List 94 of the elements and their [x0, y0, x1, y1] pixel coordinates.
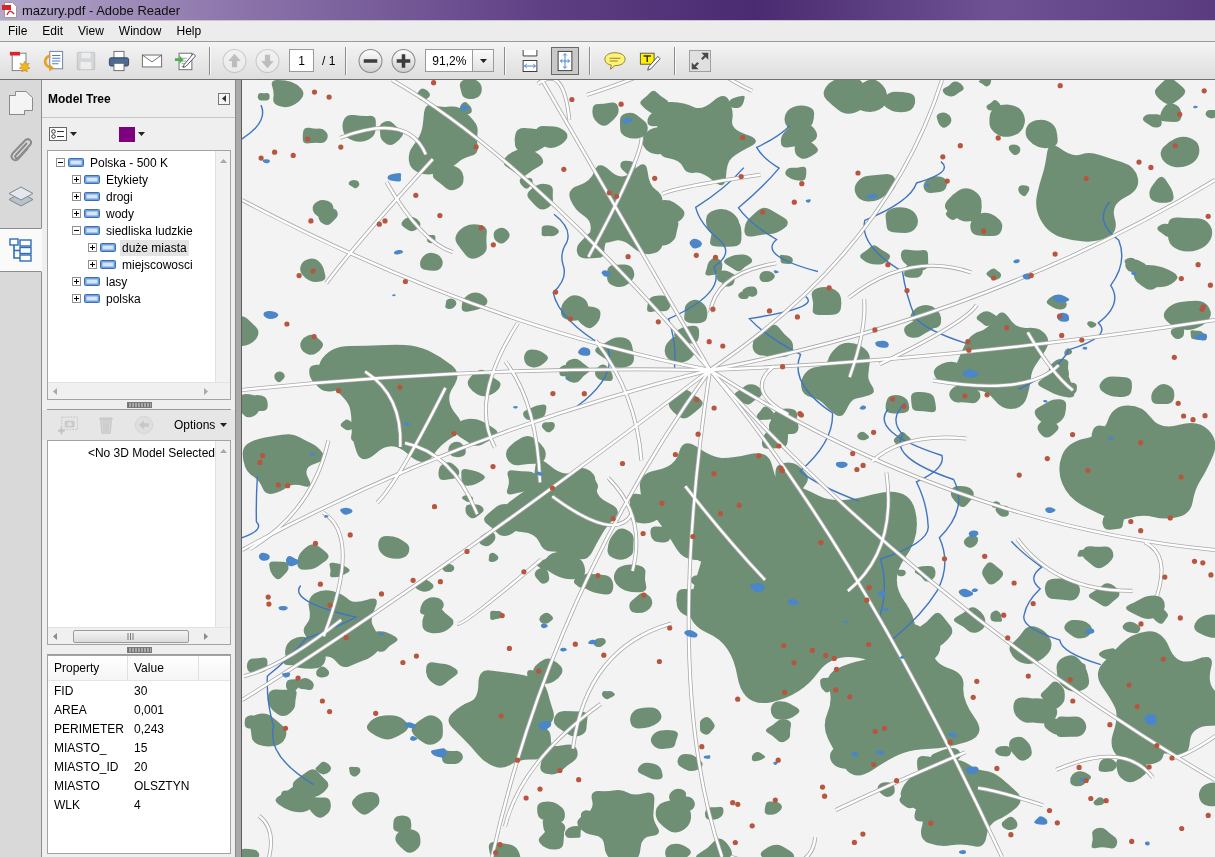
- node-icon: [84, 277, 100, 286]
- minus-box-icon[interactable]: [72, 226, 81, 235]
- caret-icon: [479, 58, 487, 63]
- menu-item[interactable]: File: [2, 24, 34, 38]
- plus-box-icon[interactable]: [72, 294, 81, 303]
- horizontal-scrollbar[interactable]: [48, 382, 230, 399]
- zoom-dropdown-button[interactable]: [472, 49, 495, 72]
- panel-splitter[interactable]: [235, 80, 242, 857]
- tree-item[interactable]: polska: [104, 290, 143, 307]
- tree-item[interactable]: miejscowosci: [120, 256, 195, 273]
- caret-icon: [222, 95, 226, 102]
- window-title: mazury.pdf - Adobe Reader: [22, 2, 180, 18]
- node-icon: [84, 175, 100, 184]
- plus-box-icon[interactable]: [72, 209, 81, 218]
- node-icon: [68, 158, 84, 167]
- list-options-button[interactable]: [48, 126, 78, 142]
- tree-item[interactable]: Etykiety: [104, 171, 150, 188]
- panel-title: Model Tree: [48, 91, 111, 106]
- table-cell-text: PERIMETER: [53, 721, 125, 736]
- splitter-grip-icon[interactable]: [126, 401, 152, 408]
- node-icon: [84, 294, 100, 303]
- table-cell-text: 30: [133, 683, 149, 698]
- tree-item[interactable]: wody: [104, 205, 136, 222]
- scroll-left-icon[interactable]: [53, 632, 57, 640]
- menu-item[interactable]: Edit: [36, 24, 70, 38]
- empty-views-message: <No 3D Model Selected: [87, 446, 215, 462]
- zoom-out-button[interactable]: [357, 47, 385, 74]
- plus-icon: [391, 47, 417, 74]
- column-header[interactable]: Property: [48, 656, 128, 680]
- menu-item[interactable]: Help: [170, 24, 208, 38]
- table-cell-text: WLK: [53, 797, 81, 812]
- caret-icon: [220, 423, 228, 427]
- menu-item[interactable]: Window: [112, 24, 168, 38]
- table-cell-text: MIASTO_: [53, 740, 108, 755]
- splitter-grip-icon[interactable]: [126, 646, 152, 653]
- scrollbar-thumb[interactable]: [72, 629, 189, 643]
- scroll-right-icon[interactable]: [204, 632, 208, 640]
- table-cell-text: OLSZTYN: [133, 778, 191, 793]
- vertical-scrollbar[interactable]: [215, 441, 230, 627]
- page-field[interactable]: 1: [289, 49, 314, 72]
- table-cell-text: 15: [133, 740, 149, 755]
- tree-item[interactable]: lasy: [104, 273, 130, 290]
- plus-box-icon[interactable]: [88, 260, 97, 269]
- horizontal-scrollbar[interactable]: [48, 627, 230, 644]
- scroll-up-icon[interactable]: [219, 159, 227, 163]
- caret-icon: [138, 132, 145, 136]
- scroll-right-icon[interactable]: [204, 387, 208, 395]
- zoom-in-button[interactable]: [390, 47, 418, 74]
- tree-item[interactable]: Polska - 500 K: [88, 154, 171, 171]
- node-icon: [84, 192, 100, 201]
- minus-box-icon[interactable]: [56, 158, 65, 167]
- options-menu-button[interactable]: Options: [172, 416, 230, 434]
- minus-icon: [358, 47, 384, 74]
- node-icon: [100, 260, 116, 269]
- pdf-file-icon: [2, 2, 18, 18]
- document-arrow-icon: [42, 48, 64, 73]
- zoom-field[interactable]: 91,2%: [425, 49, 473, 72]
- fit-page-button[interactable]: [551, 46, 580, 75]
- vertical-scrollbar[interactable]: [215, 151, 230, 382]
- paperclip-icon: [7, 137, 34, 163]
- table-cell-text: FID: [53, 683, 75, 698]
- table-cell-text: 4: [133, 797, 142, 812]
- pages-icon: [7, 90, 34, 116]
- table-cell-text: 0,001: [133, 702, 166, 717]
- list-icon: [49, 127, 67, 141]
- node-icon: [100, 243, 116, 252]
- tree-item[interactable]: drogi: [104, 188, 135, 205]
- grip-icon: [127, 632, 134, 640]
- plus-box-icon[interactable]: [72, 192, 81, 201]
- plus-box-icon[interactable]: [72, 175, 81, 184]
- caret-icon: [70, 132, 77, 136]
- plus-box-icon[interactable]: [88, 243, 97, 252]
- table-cell-text: MIASTO: [53, 778, 101, 793]
- expand-arrows-icon: [689, 48, 712, 73]
- table-cell-text: 0,243: [133, 721, 166, 736]
- plus-box-icon[interactable]: [72, 277, 81, 286]
- model-tree-tab[interactable]: [0, 228, 42, 272]
- color-picker-button[interactable]: [118, 125, 146, 143]
- column-header[interactable]: Value: [128, 656, 199, 680]
- page-count: / 1: [322, 53, 336, 68]
- menu-item[interactable]: View: [72, 24, 110, 38]
- node-icon: [84, 226, 100, 235]
- table-cell-text: 20: [133, 759, 149, 774]
- table-cell-text: AREA: [53, 702, 88, 717]
- collapse-panel-button[interactable]: [218, 92, 230, 105]
- printer-icon: [108, 48, 130, 73]
- scroll-up-icon[interactable]: [219, 449, 227, 453]
- tree-item[interactable]: duże miasta: [120, 239, 189, 256]
- camera-icon: [58, 413, 78, 437]
- tree-item[interactable]: siedliska ludzkie: [104, 222, 195, 239]
- table-cell-text: MIASTO_ID: [53, 759, 120, 774]
- scroll-left-icon[interactable]: [53, 387, 57, 395]
- tree-icon: [7, 237, 34, 263]
- node-icon: [84, 209, 100, 218]
